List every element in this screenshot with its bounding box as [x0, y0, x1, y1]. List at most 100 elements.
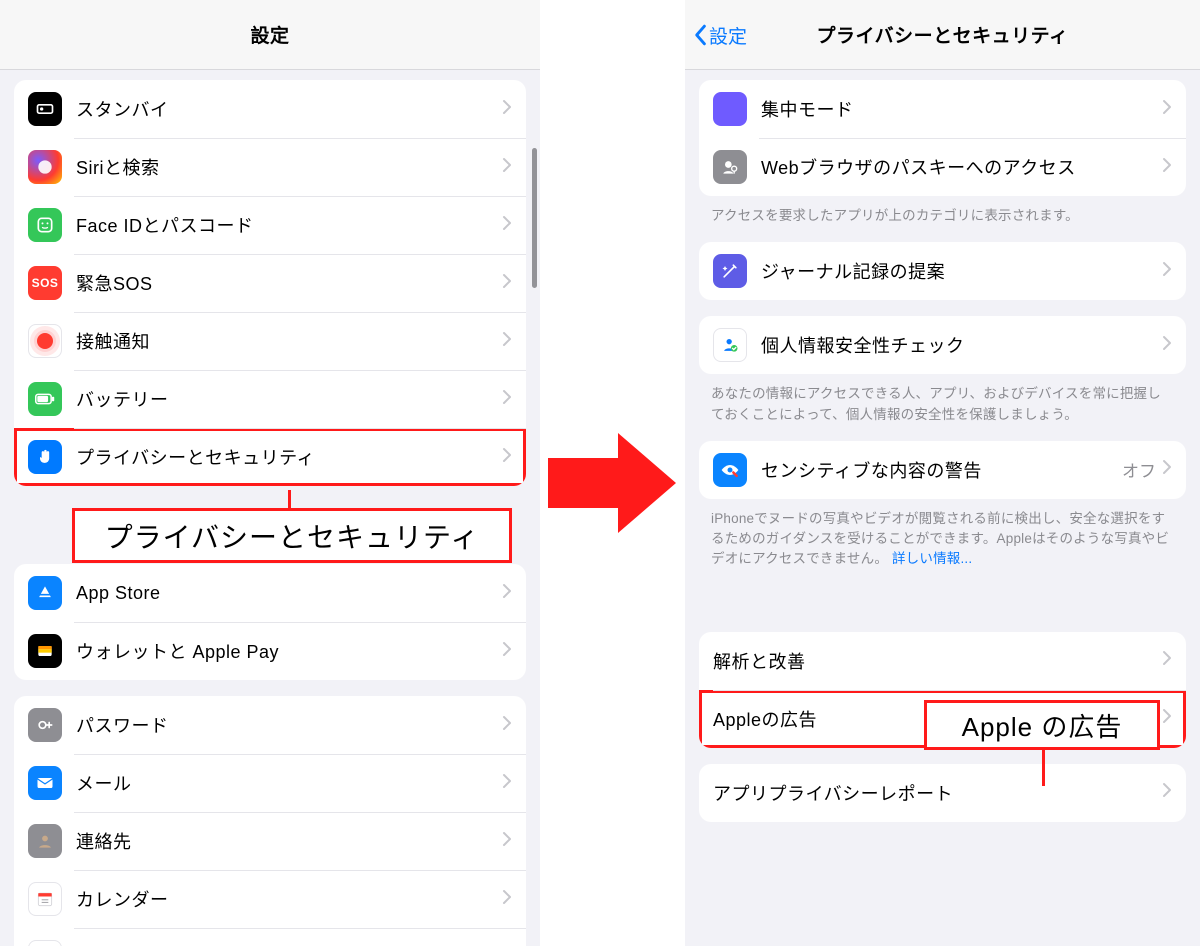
row-wallet-icon[interactable]: ウォレットと Apple Pay — [14, 622, 526, 680]
row-siri-icon[interactable]: Siriと検索 — [14, 138, 526, 196]
chevron-right-icon — [502, 583, 512, 604]
privacy-icon — [28, 440, 62, 474]
more-info-link[interactable]: 詳しい情報... — [892, 551, 972, 566]
callout-privacy-security: プライバシーとセキュリティ — [72, 508, 512, 563]
row-notes-icon[interactable]: メモ — [14, 928, 526, 946]
moon-icon — [713, 92, 747, 126]
journal-group: ジャーナル記録の提案 — [699, 242, 1186, 300]
chevron-right-icon — [1162, 99, 1172, 120]
row-passkey-icon[interactable]: Webブラウザのパスキーへのアクセス — [699, 138, 1186, 196]
passwords-icon — [28, 708, 62, 742]
chevron-right-icon — [1162, 261, 1172, 282]
report-group: アプリプライバシーレポート — [699, 764, 1186, 822]
chevron-right-icon — [502, 389, 512, 410]
chevron-right-icon — [502, 773, 512, 794]
row-label: 個人情報安全性チェック — [761, 332, 1162, 358]
row-label: スタンバイ — [76, 96, 502, 122]
row-sos-icon[interactable]: SOS 緊急SOS — [14, 254, 526, 312]
eye-icon — [713, 453, 747, 487]
safety-group: 個人情報安全性チェック — [699, 316, 1186, 374]
chevron-left-icon — [693, 24, 707, 46]
callout-apple-ads: Apple の広告 — [924, 700, 1160, 750]
chevron-right-icon — [1162, 459, 1172, 480]
row-label: 緊急SOS — [76, 270, 502, 296]
privacy-pane: 設定 プライバシーとセキュリティ 集中モード Webブラウザのパスキーへのアクセス… — [685, 0, 1200, 946]
chevron-right-icon — [502, 331, 512, 352]
chevron-right-icon — [502, 889, 512, 910]
chevron-right-icon — [502, 215, 512, 236]
sensitive-group: センシティブな内容の警告オフ — [699, 441, 1186, 499]
row-label: Siriと検索 — [76, 154, 502, 180]
chevron-right-icon — [1162, 708, 1172, 729]
wand-icon — [713, 254, 747, 288]
row-label: カレンダー — [76, 886, 502, 912]
row-label: Face IDとパスコード — [76, 212, 502, 238]
row-appstore-icon[interactable]: App Store — [14, 564, 526, 622]
settings-group-3: パスワードメール連絡先カレンダーメモ — [14, 696, 526, 946]
row-item[interactable]: 解析と改善 — [699, 632, 1186, 690]
row-label: App Store — [76, 583, 502, 604]
row-label: ウォレットと Apple Pay — [76, 638, 502, 664]
row-label: センシティブな内容の警告 — [761, 457, 1122, 483]
siri-icon — [28, 150, 62, 184]
chevron-right-icon — [502, 641, 512, 662]
notes-icon — [28, 940, 62, 946]
chevron-right-icon — [502, 99, 512, 120]
chevron-right-icon — [1162, 782, 1172, 803]
nav-title-settings: 設定 — [250, 21, 289, 48]
appstore-icon — [28, 576, 62, 610]
row-exposure-icon[interactable]: 接触通知 — [14, 312, 526, 370]
safety-icon — [713, 328, 747, 362]
chevron-right-icon — [1162, 335, 1172, 356]
row-label: バッテリー — [76, 386, 502, 412]
tutorial-arrow — [548, 428, 678, 538]
row-contacts-icon[interactable]: 連絡先 — [14, 812, 526, 870]
settings-group-1: スタンバイ Siriと検索 Face IDとパスコード SOS 緊急SOS 接触通知バッテ… — [14, 80, 526, 486]
row-label: 接触通知 — [76, 328, 502, 354]
battery-icon — [28, 382, 62, 416]
sos-icon: SOS — [28, 266, 62, 300]
row-item[interactable]: アプリプライバシーレポート — [699, 764, 1186, 822]
row-privacy-icon[interactable]: プライバシーとセキュリティ — [14, 428, 526, 486]
row-battery-icon[interactable]: バッテリー — [14, 370, 526, 428]
row-moon-icon[interactable]: 集中モード — [699, 80, 1186, 138]
privacy-top-group: 集中モード Webブラウザのパスキーへのアクセス — [699, 80, 1186, 196]
chevron-right-icon — [502, 831, 512, 852]
nav-title-privacy: プライバシーとセキュリティ — [817, 21, 1069, 48]
chevron-right-icon — [502, 715, 512, 736]
connector-line — [288, 490, 291, 510]
row-label: プライバシーとセキュリティ — [76, 444, 502, 470]
row-faceid-icon[interactable]: Face IDとパスコード — [14, 196, 526, 254]
row-label: メール — [76, 770, 502, 796]
top-group-footer: アクセスを要求したアプリが上のカテゴリに表示されます。 — [711, 206, 1174, 226]
nav-bar-left: 設定 — [0, 0, 540, 70]
back-button[interactable]: 設定 — [693, 0, 747, 70]
row-label: Webブラウザのパスキーへのアクセス — [761, 154, 1162, 180]
mail-icon — [28, 766, 62, 800]
row-label: 集中モード — [761, 96, 1162, 122]
row-safety-icon[interactable]: 個人情報安全性チェック — [699, 316, 1186, 374]
sensitive-footer: iPhoneでヌードの写真やビデオが閲覧される前に検出し、安全な選択をするための… — [711, 509, 1174, 570]
scrollbar-indicator[interactable] — [532, 148, 537, 288]
row-label: アプリプライバシーレポート — [713, 780, 1162, 806]
passkey-icon — [713, 150, 747, 184]
calendar-icon — [28, 882, 62, 916]
contacts-icon — [28, 824, 62, 858]
row-wand-icon[interactable]: ジャーナル記録の提案 — [699, 242, 1186, 300]
wallet-icon — [28, 634, 62, 668]
settings-group-2: App Store ウォレットと Apple Pay — [14, 564, 526, 680]
standby-icon — [28, 92, 62, 126]
chevron-right-icon — [502, 273, 512, 294]
faceid-icon — [28, 208, 62, 242]
row-standby-icon[interactable]: スタンバイ — [14, 80, 526, 138]
row-mail-icon[interactable]: メール — [14, 754, 526, 812]
nav-bar-right: 設定 プライバシーとセキュリティ — [685, 0, 1200, 70]
row-detail: オフ — [1122, 457, 1156, 482]
safety-footer: あなたの情報にアクセスできる人、アプリ、およびデバイスを常に把握しておくことによ… — [711, 384, 1174, 425]
connector-line-right — [1042, 750, 1045, 786]
chevron-right-icon — [1162, 650, 1172, 671]
row-eye-icon[interactable]: センシティブな内容の警告オフ — [699, 441, 1186, 499]
row-calendar-icon[interactable]: カレンダー — [14, 870, 526, 928]
row-passwords-icon[interactable]: パスワード — [14, 696, 526, 754]
row-label: パスワード — [76, 712, 502, 738]
